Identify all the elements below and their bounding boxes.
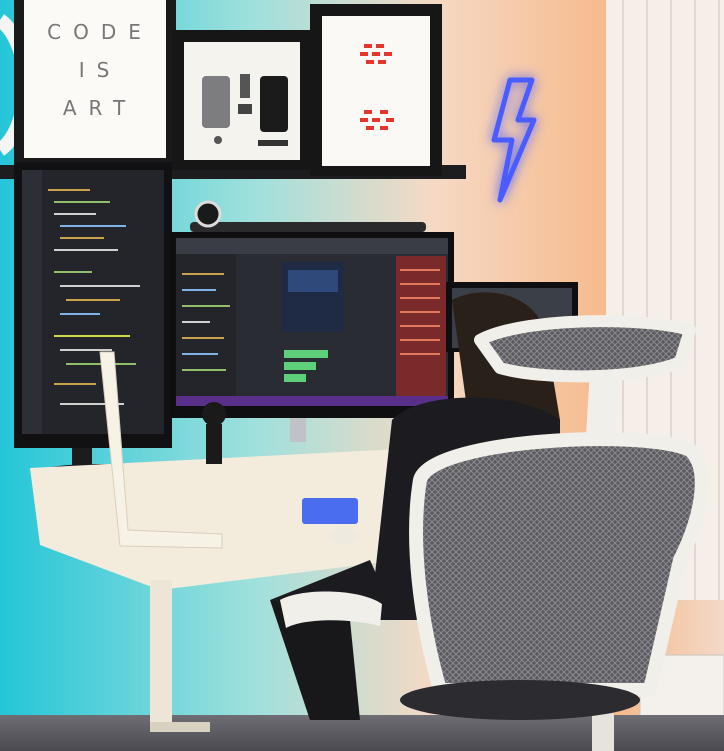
keyboard: [302, 498, 358, 524]
phone-teardown-frame: [172, 30, 312, 170]
floor: [0, 715, 724, 751]
vertical-monitor: [14, 162, 172, 484]
poster-line-1: CODE: [47, 20, 153, 44]
mouse: [330, 527, 358, 545]
poster-line-3: ART: [62, 96, 138, 120]
webcam: [194, 200, 222, 228]
red-dash-art-frame: [310, 4, 442, 176]
monitor-light-bar: [190, 222, 426, 232]
poster-line-2: IS: [78, 58, 122, 82]
